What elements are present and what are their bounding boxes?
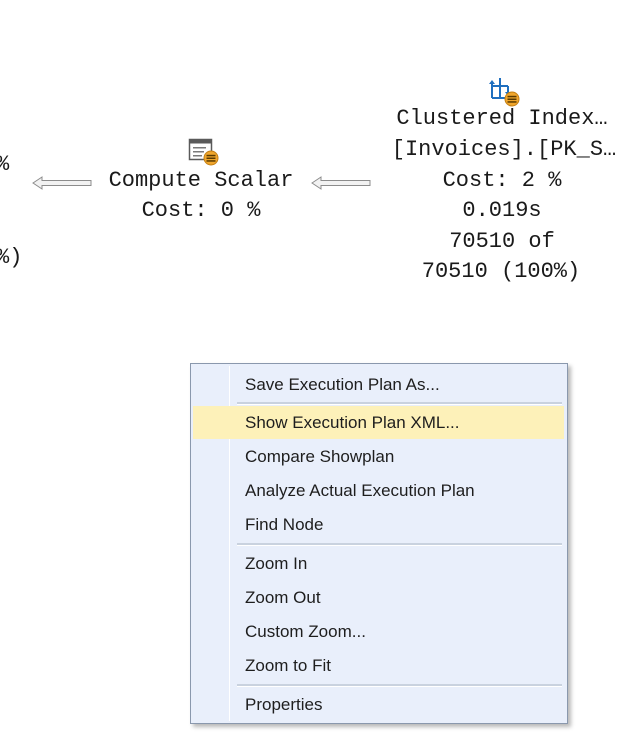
menu-item-label: Find Node	[245, 514, 324, 534]
menu-item-label: Zoom Out	[245, 587, 321, 607]
menu-item-analyze-actual-execution-plan[interactable]: Analyze Actual Execution Plan	[193, 474, 564, 507]
clustered-index-cost: Cost: 2 %	[442, 168, 562, 193]
menu-item-label: Zoom to Fit	[245, 655, 331, 675]
flow-arrow-left	[32, 176, 92, 190]
menu-item-properties[interactable]: Properties	[193, 688, 564, 721]
flow-arrow-middle	[311, 176, 371, 190]
menu-separator	[237, 684, 562, 687]
menu-separator	[237, 402, 562, 405]
menu-item-label: Analyze Actual Execution Plan	[245, 480, 475, 500]
menu-item-zoom-out[interactable]: Zoom Out	[193, 581, 564, 614]
menu-item-label: Properties	[245, 694, 323, 714]
menu-item-find-node[interactable]: Find Node	[193, 508, 564, 541]
menu-item-zoom-in[interactable]: Zoom In	[193, 547, 564, 580]
menu-separator	[237, 543, 562, 546]
menu-item-label: Show Execution Plan XML...	[245, 412, 460, 432]
clustered-index-rows: 70510 of	[449, 229, 555, 254]
menu-item-compare-showplan[interactable]: Compare Showplan	[193, 440, 564, 473]
compute-scalar-node[interactable]	[188, 137, 220, 167]
clustered-index-time: 0.019s	[462, 198, 542, 223]
left-node-partial-cost: %	[0, 150, 9, 180]
clustered-index-object: [Invoices].[PK_S…	[391, 137, 617, 162]
execution-plan-canvas[interactable]: % %) Compute Scalar Cost: 0 %	[0, 0, 631, 746]
menu-item-label: Custom Zoom...	[245, 621, 366, 641]
context-menu: Save Execution Plan As... Show Execution…	[190, 363, 568, 724]
menu-item-save-execution-plan-as[interactable]: Save Execution Plan As...	[193, 368, 564, 401]
compute-scalar-title[interactable]: Compute Scalar	[109, 166, 294, 196]
menu-item-custom-zoom[interactable]: Custom Zoom...	[193, 615, 564, 648]
clustered-index-rows-total: 70510 (100%)	[421, 259, 581, 284]
menu-item-show-execution-plan-xml[interactable]: Show Execution Plan XML...	[193, 406, 564, 439]
compute-scalar-icon	[188, 138, 219, 166]
compute-scalar-cost: Cost: 0 %	[141, 198, 261, 223]
menu-item-zoom-to-fit[interactable]: Zoom to Fit	[193, 649, 564, 682]
left-node-partial-rows: %)	[0, 245, 23, 270]
clustered-index-title[interactable]: Clustered Index…	[396, 104, 607, 134]
menu-item-label: Save Execution Plan As...	[245, 374, 440, 394]
menu-item-label: Zoom In	[245, 553, 308, 573]
menu-item-label: Compare Showplan	[245, 446, 395, 466]
